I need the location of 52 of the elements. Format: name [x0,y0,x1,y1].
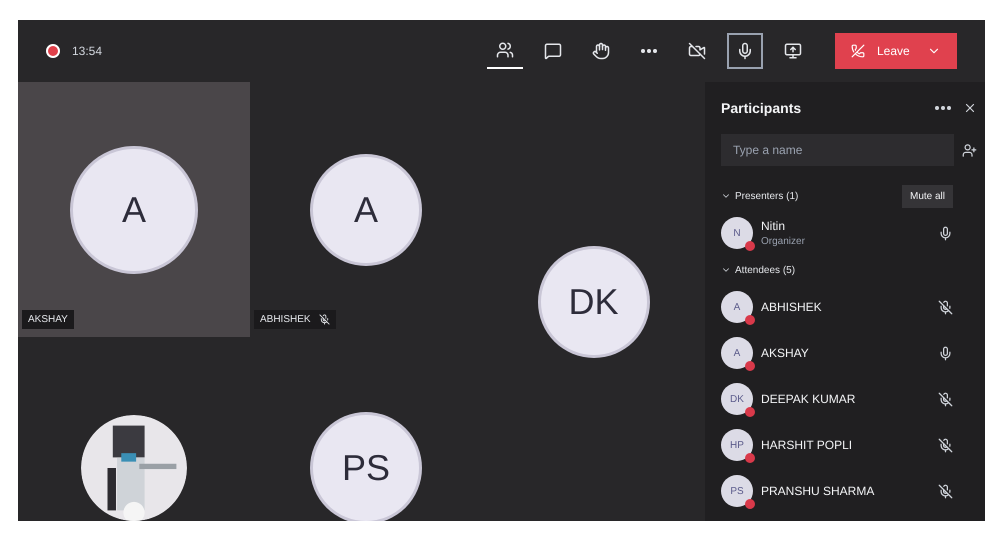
participant-avatar: N [721,217,753,249]
close-icon[interactable] [963,101,977,115]
participant-name: AKSHAY [28,313,68,327]
share-screen-icon [784,42,802,60]
participant-avatar: DK [721,383,753,415]
participant-row[interactable]: HP HARSHIT POPLI [721,422,977,468]
avatar: A [73,148,195,270]
avatar: PS [313,415,419,521]
mic-off-icon [318,314,330,325]
meeting-timer: 13:54 [72,43,102,59]
group-heading[interactable]: Attendees (5) [735,262,953,278]
leave-button[interactable]: Leave [835,33,957,69]
people-icon [496,41,514,59]
participant-row[interactable]: PS PRANSHU SHARMA [721,468,977,514]
participant-row[interactable]: DK DEEPAK KUMAR [721,376,977,422]
microphone-icon [938,226,953,240]
phone-icon [851,44,865,58]
mic-off-icon [938,300,953,314]
participant-avatar: PS [721,475,753,507]
add-people-icon[interactable] [962,142,977,158]
avatar: DK [540,248,646,354]
more-icon [641,49,657,53]
participant-name: DEEPAK KUMAR [761,391,856,407]
participant-role: Organizer [761,234,806,248]
participant-name: ABHISHEK [761,299,823,315]
mute-all-button[interactable]: Mute all [902,184,953,208]
camera-off-icon [688,42,706,60]
panel-title: Participants [721,99,802,118]
participant-name: PRANSHU SHARMA [761,483,876,499]
microphone-icon [938,346,953,360]
hand-icon [592,42,610,60]
participant-avatar: A [721,337,753,369]
participant-avatar: HP [721,429,753,461]
participant-name: Nitin [761,218,786,234]
microphone-icon [736,42,754,60]
participant-name: AKSHAY [761,345,810,361]
participant-avatar: A [721,291,753,323]
search-field[interactable]: Type a name [721,134,954,166]
chat-icon [544,42,562,60]
participant-row[interactable]: A ABHISHEK [721,284,977,330]
avatar: A [313,156,419,262]
participant-name: HARSHIT POPLI [761,437,854,453]
recording-icon [46,44,60,58]
toolbar-button[interactable] [727,33,763,69]
participant-name: ABHISHEK [260,313,311,327]
mic-off-icon [938,438,953,452]
participant-row[interactable]: A AKSHAY [721,330,977,376]
group-heading[interactable]: Presenters (1) [735,188,902,204]
more-icon[interactable] [935,106,951,110]
participant-row[interactable]: N Nitin Organizer [721,210,977,256]
mic-off-icon [938,392,953,406]
mic-off-icon [938,484,953,498]
